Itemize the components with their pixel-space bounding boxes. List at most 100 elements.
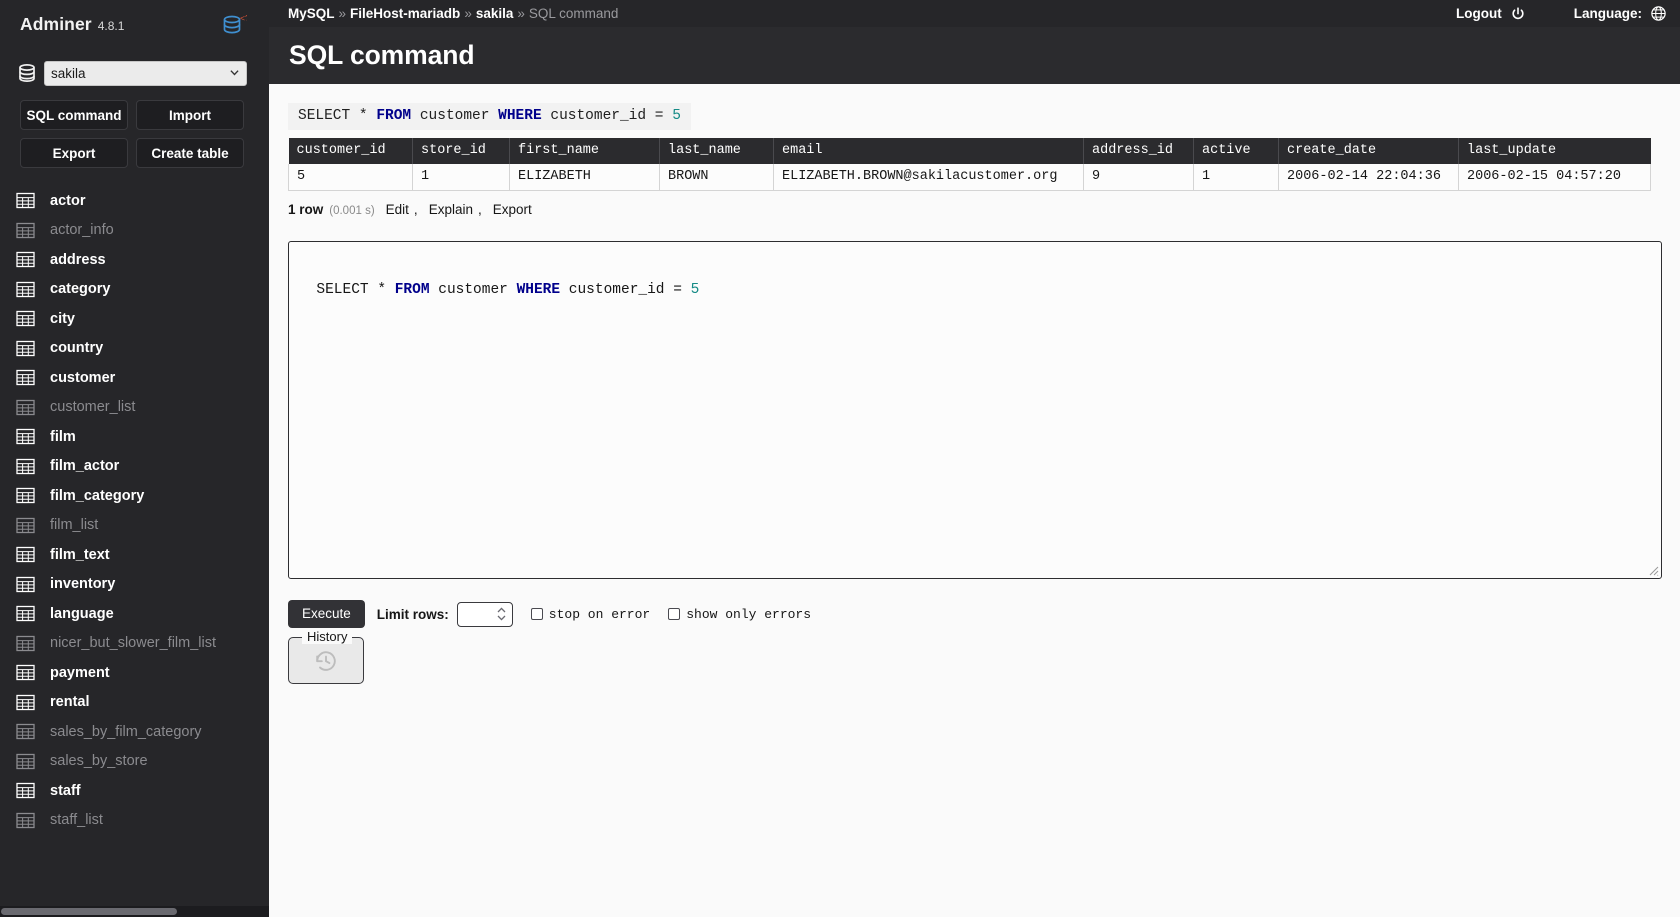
result-cell: ELIZABETH.BROWN@sakilacustomer.org [773, 164, 1084, 191]
table-list-item[interactable]: film_actor [0, 452, 269, 482]
table-icon [16, 281, 35, 297]
database-select-value: sakila [51, 65, 86, 81]
table-list-item-label: customer [50, 369, 116, 386]
top-header-bar: MySQL» FileHost-mariadb» sakila» SQL comman… [269, 0, 1680, 27]
breadcrumb-item-filehost-mariadb[interactable]: FileHost-mariadb [350, 6, 460, 21]
result-column-header[interactable]: active [1193, 138, 1279, 164]
export-button[interactable]: Export [20, 138, 128, 168]
edit-link[interactable]: Edit [386, 202, 409, 217]
sql-token-keyword: FROM [394, 282, 430, 298]
number-spinner-icon[interactable] [496, 606, 507, 622]
table-list-item[interactable]: nicer_but_slower_film_list [0, 629, 269, 659]
table-icon [16, 458, 35, 474]
table-list-item[interactable]: inventory [0, 570, 269, 600]
result-column-header[interactable]: store_id [412, 138, 510, 164]
stop-on-error-checkbox[interactable]: stop on error [530, 606, 651, 622]
sql-query-textarea[interactable]: SELECT * FROM customer WHERE customer_id… [288, 241, 1662, 579]
checkbox-box [530, 608, 543, 620]
sql-command-button[interactable]: SQL command [20, 100, 128, 130]
stop-on-error-label: stop on error [548, 606, 651, 622]
table-list-item[interactable]: actor [0, 186, 269, 216]
table-list-item[interactable]: film [0, 422, 269, 452]
table-list-item-label: customer_list [50, 399, 136, 416]
result-cell: ELIZABETH [509, 164, 660, 191]
table-list-item[interactable]: sales_by_film_category [0, 717, 269, 747]
scrollbar-thumb[interactable] [1, 908, 177, 915]
table-list-item-label: rental [50, 694, 90, 711]
table-list-item[interactable]: sales_by_store [0, 747, 269, 777]
result-table-row: 5 1 ELIZABETH BROWN ELIZABETH.BROWN@sakilacu… [288, 164, 1651, 191]
table-list-item[interactable]: category [0, 275, 269, 305]
result-column-header[interactable]: last_name [659, 138, 774, 164]
limit-rows-input[interactable] [456, 601, 513, 627]
database-logo-icon[interactable]: <? [221, 13, 247, 37]
result-column-header[interactable]: create_date [1278, 138, 1459, 164]
table-list-item[interactable]: rental [0, 688, 269, 718]
table-icon [16, 193, 35, 209]
table-list-item[interactable]: payment [0, 658, 269, 688]
table-list-item[interactable]: customer [0, 363, 269, 393]
table-list-item[interactable]: staff_list [0, 806, 269, 836]
table-list-item-label: sales_by_film_category [50, 723, 202, 740]
export-link[interactable]: Export [493, 202, 532, 217]
logout-button[interactable]: Logout [1456, 6, 1526, 22]
sidebar: Adminer 4.8.1 <? sakila SQL comman [0, 0, 269, 917]
sidebar-horizontal-scrollbar[interactable] [0, 906, 269, 917]
show-only-errors-checkbox[interactable]: show only errors [668, 607, 811, 622]
table-list-item-label: country [50, 340, 104, 357]
sql-token-plain: SELECT * [316, 282, 395, 298]
table-icon [16, 665, 35, 681]
result-table-body: 5 1 ELIZABETH BROWN ELIZABETH.BROWN@sakilacu… [288, 164, 1651, 191]
table-list-item[interactable]: city [0, 304, 269, 334]
history-panel[interactable]: History [288, 629, 364, 684]
table-list-item[interactable]: film_category [0, 481, 269, 511]
table-list-item[interactable]: customer_list [0, 393, 269, 423]
result-column-header[interactable]: customer_id [288, 138, 413, 164]
table-list-item[interactable]: address [0, 245, 269, 275]
execute-button[interactable]: Execute [288, 600, 365, 628]
table-list-item[interactable]: film_text [0, 540, 269, 570]
language-selector[interactable]: Language: [1574, 5, 1667, 22]
database-select-row: sakila [0, 60, 269, 86]
table-icon [16, 222, 35, 238]
table-list-item[interactable]: language [0, 599, 269, 629]
explain-link[interactable]: Explain [429, 202, 473, 217]
table-list-item[interactable]: film_list [0, 511, 269, 541]
result-table-header-row: customer_id store_id first_name last_name em… [288, 138, 1651, 164]
result-table: customer_id store_id first_name last_name em… [288, 138, 1651, 191]
create-table-button[interactable]: Create table [136, 138, 244, 168]
table-icon [16, 370, 35, 386]
import-button[interactable]: Import [136, 100, 244, 130]
result-column-header[interactable]: last_update [1458, 138, 1651, 164]
query-time: (0.001 s) [329, 205, 375, 217]
table-list-item-label: nicer_but_slower_film_list [50, 635, 217, 652]
breadcrumb-separator: » [517, 6, 525, 21]
table-icon [16, 547, 35, 563]
database-select[interactable]: sakila [44, 60, 247, 86]
table-list-item[interactable]: actor_info [0, 216, 269, 246]
row-count: 1 row [288, 202, 324, 217]
result-column-header[interactable]: address_id [1083, 138, 1194, 164]
result-column-header[interactable]: email [773, 138, 1084, 164]
history-clock-icon[interactable] [313, 648, 339, 674]
sql-token-keyword: WHERE [498, 108, 542, 124]
table-list-item[interactable]: staff [0, 776, 269, 806]
table-list: actor actor_info address category city countr… [0, 186, 269, 835]
result-column-header[interactable]: first_name [509, 138, 660, 164]
separator-2: , [477, 202, 482, 217]
table-list-item-label: staff [50, 782, 81, 799]
resize-handle-icon[interactable] [1647, 564, 1659, 576]
breadcrumb-item-sql-command: SQL command [528, 6, 619, 21]
sidebar-scroll-area: Adminer 4.8.1 <? sakila SQL comman [0, 0, 269, 906]
table-icon [16, 340, 35, 356]
table-list-item-label: sales_by_store [50, 753, 148, 770]
breadcrumb-item-mysql[interactable]: MySQL [288, 6, 335, 21]
result-cell: 1 [1193, 164, 1279, 191]
limit-rows-label: Limit rows: [376, 606, 449, 622]
table-list-item-label: film_list [50, 517, 99, 534]
table-list-item[interactable]: country [0, 334, 269, 364]
table-list-item-label: actor [50, 192, 86, 209]
breadcrumb-item-sakila[interactable]: sakila [476, 6, 514, 21]
table-list-item-label: inventory [50, 576, 116, 593]
sql-token-keyword: WHERE [516, 282, 561, 298]
